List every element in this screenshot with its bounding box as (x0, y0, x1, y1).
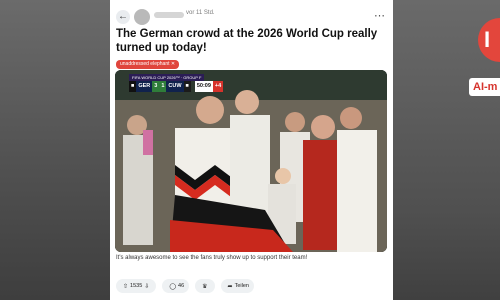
away-team: CUW (166, 81, 184, 92)
downvote-icon[interactable]: ⇩ (144, 283, 149, 290)
back-arrow-icon[interactable]: ← (116, 10, 130, 24)
comment-icon: ◯ (169, 283, 177, 290)
share-button[interactable]: ➦ Teilen (220, 279, 254, 293)
comments-button[interactable]: ◯ 46 (162, 279, 190, 293)
post-card: ← vor 11 Std. ⋯ The German crowd at the … (110, 0, 393, 300)
vote-pill: ⇧ 1535 ⇩ (116, 279, 157, 293)
username-redacted[interactable] (154, 12, 184, 18)
share-label: Teilen (234, 283, 249, 289)
home-team-flag: ■ (129, 81, 137, 92)
upvote-icon[interactable]: ⇧ (123, 283, 128, 290)
comment-count: 46 (178, 283, 185, 289)
action-bar: ⇧ 1535 ⇩ ◯ 46 ♛ ➦ Teilen (116, 279, 260, 293)
post-image[interactable]: FIFA WORLD CUP 2026™ · GROUP F ■ GER 3 1… (115, 70, 387, 252)
scoreboard-competition: FIFA WORLD CUP 2026™ · GROUP F (129, 74, 205, 81)
scoreboard: ■ GER 3 1 CUW ■ 50:09 +4 (129, 81, 224, 92)
avatar[interactable] (134, 9, 150, 25)
more-options-icon[interactable]: ⋯ (374, 9, 386, 22)
background-left (0, 0, 110, 300)
home-score: 3 (152, 81, 160, 92)
award-button[interactable]: ♛ (195, 279, 215, 293)
crowd-photo (115, 70, 387, 252)
post-title: The German crowd at the 2026 World Cup r… (116, 28, 378, 54)
share-icon: ➦ (227, 283, 233, 290)
away-score: 1 (159, 81, 167, 92)
post-timestamp: vor 11 Std. (186, 10, 215, 16)
away-team-flag: ■ (183, 81, 191, 92)
award-icon: ♛ (202, 283, 208, 290)
post-caption: It's always awesome to see the fans trul… (116, 255, 308, 261)
added-time: +4 (212, 81, 224, 92)
ai-badge: AI-m (469, 78, 500, 96)
match-clock: 50:09 (194, 81, 213, 92)
vote-count: 1535 (130, 283, 143, 289)
home-team: GER (136, 81, 153, 92)
post-flair[interactable]: unaddressed elephant ✕ (116, 60, 180, 69)
